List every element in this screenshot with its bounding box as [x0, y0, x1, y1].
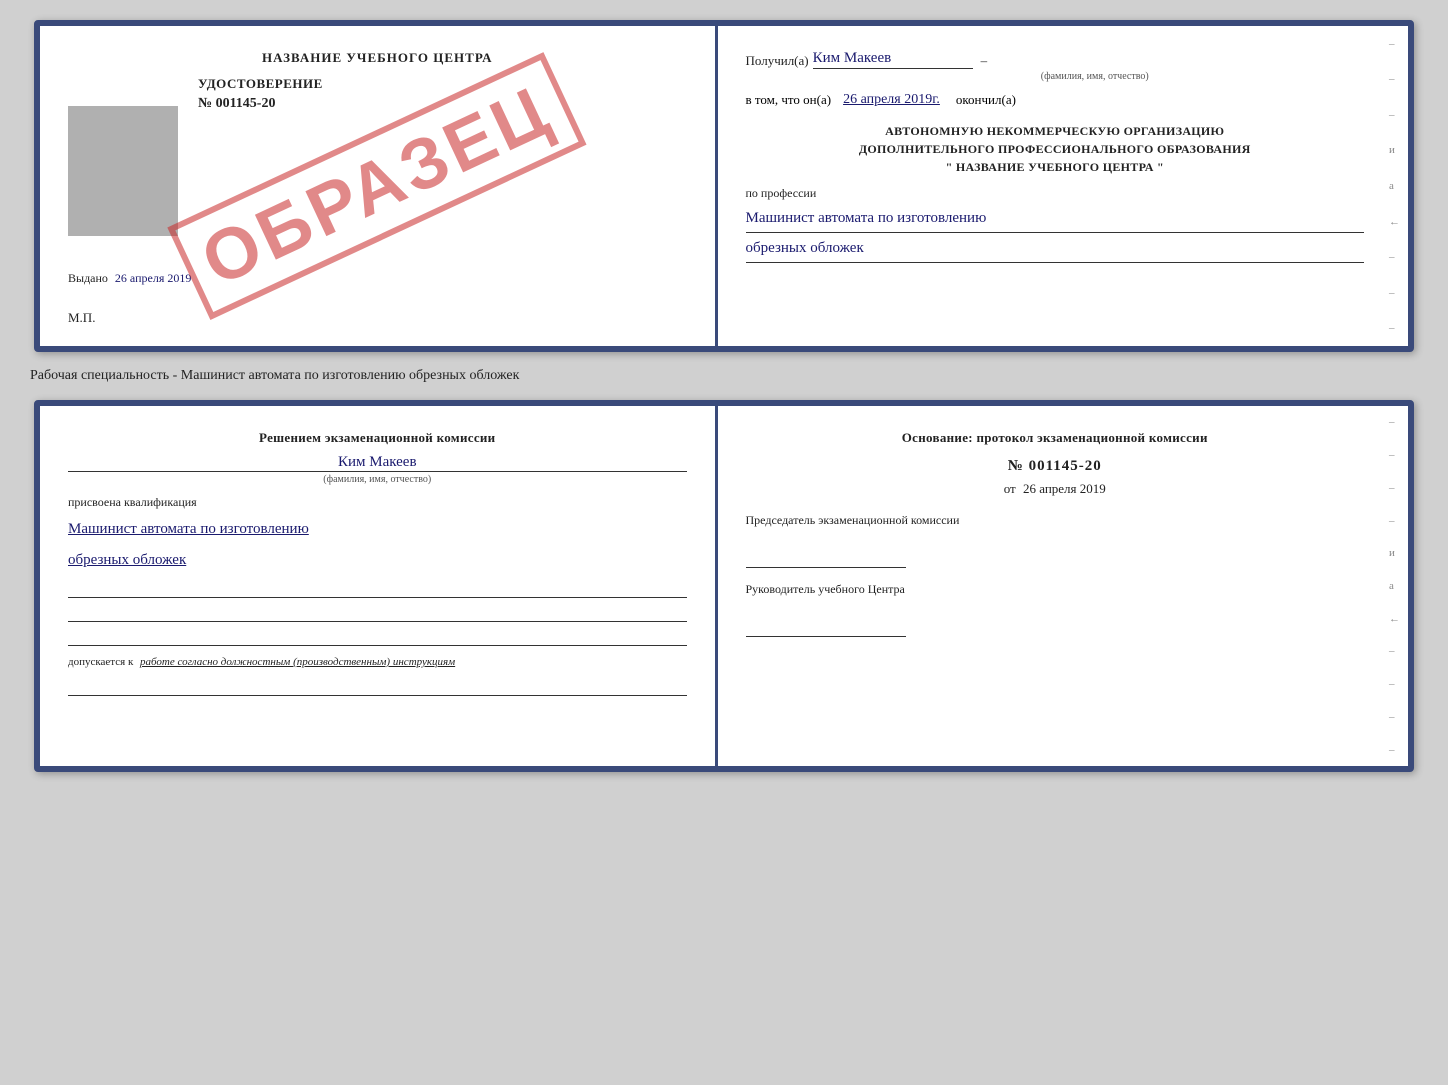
- poluchil-name: Ким Макеев: [813, 50, 973, 69]
- blank-line-2: [68, 602, 687, 622]
- dash1: –: [981, 53, 988, 69]
- profession-line2: обрезных обложек: [746, 235, 1365, 263]
- bottom-document-pair: Решением экзаменационной комиссии Ким Ма…: [34, 400, 1414, 772]
- rukovoditel-label: Руководитель учебного Центра: [746, 582, 1365, 597]
- predsedatel-block: Председатель экзаменационной комиссии: [746, 513, 1365, 568]
- fio-sublabel-bottom: (фамилия, имя, отчество): [68, 474, 687, 485]
- mp-block: М.П.: [68, 310, 95, 326]
- blank-line-1: [68, 578, 687, 598]
- top-doc-left: НАЗВАНИЕ УЧЕБНОГО ЦЕНТРА УДОСТОВЕРЕНИЕ №…: [40, 26, 718, 346]
- org-line1: АВТОНОМНУЮ НЕКОММЕРЧЕСКУЮ ОРГАНИЗАЦИЮ: [746, 122, 1365, 140]
- ot-date-value: 26 апреля 2019: [1023, 481, 1106, 496]
- predsedatel-label: Председатель экзаменационной комиссии: [746, 513, 1365, 528]
- protocol-number: № 001145-20: [746, 458, 1365, 475]
- osnovanie-label: Основание: протокол экзаменационной коми…: [746, 430, 1365, 446]
- poluchil-row: Получил(а) Ким Макеев –: [746, 50, 1365, 69]
- org-line3: " НАЗВАНИЕ УЧЕБНОГО ЦЕНТРА ": [746, 158, 1365, 176]
- udostoverenie-number: № 001145-20: [198, 96, 687, 112]
- dopuskaetsya-block: допускается к работе согласно должностны…: [68, 656, 687, 668]
- qual-line1: Машинист автомата по изготовлению: [68, 516, 687, 543]
- top-doc-right: Получил(а) Ким Макеев – (фамилия, имя, о…: [718, 26, 1409, 346]
- poluchil-label: Получил(а): [746, 53, 809, 69]
- ot-label: от: [1004, 481, 1016, 496]
- resheniem-title: Решением экзаменационной комиссии: [68, 430, 687, 446]
- rukovoditel-block: Руководитель учебного Центра: [746, 582, 1365, 637]
- okonchil-label: окончил(а): [956, 92, 1016, 108]
- person-name-bottom: Ким Макеев: [68, 454, 687, 472]
- separator-text: Рабочая специальность - Машинист автомат…: [20, 368, 519, 384]
- org-name-block: АВТОНОМНУЮ НЕКОММЕРЧЕСКУЮ ОРГАНИЗАЦИЮ ДО…: [746, 122, 1365, 176]
- top-document-pair: НАЗВАНИЕ УЧЕБНОГО ЦЕНТРА УДОСТОВЕРЕНИЕ №…: [34, 20, 1414, 352]
- qual-line2: обрезных обложек: [68, 547, 687, 574]
- org-line2: ДОПОЛНИТЕЛЬНОГО ПРОФЕССИОНАЛЬНОГО ОБРАЗО…: [746, 140, 1365, 158]
- vtom-label: в том, что он(а): [746, 92, 832, 108]
- right-margin-marks-bottom: – – – – и а ← – – – –: [1389, 406, 1400, 766]
- vtom-date: 26 апреля 2019г.: [843, 92, 940, 108]
- vtom-row: в том, что он(а) 26 апреля 2019г. окончи…: [746, 92, 1365, 108]
- predsedatel-signature-line: [746, 548, 906, 568]
- rukovoditel-signature-line: [746, 617, 906, 637]
- fio-sublabel-top: (фамилия, имя, отчество): [826, 71, 1365, 82]
- profession-line1: Машинист автомата по изготовлению: [746, 205, 1365, 233]
- bottom-doc-right: Основание: протокол экзаменационной коми…: [718, 406, 1409, 766]
- photo-area: [68, 106, 178, 236]
- prisvoena-label: присвоена квалификация: [68, 495, 687, 510]
- dopuskaetsya-text: работе согласно должностным (производств…: [140, 656, 455, 668]
- ot-date: от 26 апреля 2019: [746, 481, 1365, 497]
- vydano-block: Выдано 26 апреля 2019: [68, 271, 191, 286]
- vydano-label: Выдано: [68, 271, 108, 285]
- blank-line-4: [68, 676, 687, 696]
- udostoverenie-block: УДОСТОВЕРЕНИЕ № 001145-20: [198, 76, 687, 112]
- udostoverenie-label: УДОСТОВЕРЕНИЕ: [198, 76, 687, 92]
- bottom-doc-left: Решением экзаменационной комиссии Ким Ма…: [40, 406, 718, 766]
- top-left-title: НАЗВАНИЕ УЧЕБНОГО ЦЕНТРА: [68, 50, 687, 66]
- vydano-date: 26 апреля 2019: [115, 271, 191, 285]
- blank-line-3: [68, 626, 687, 646]
- dopuskaetsya-prefix: допускается к: [68, 656, 133, 668]
- right-margin-marks-top: – – – и а ← – – –: [1389, 26, 1400, 346]
- po-professii: по профессии: [746, 186, 1365, 201]
